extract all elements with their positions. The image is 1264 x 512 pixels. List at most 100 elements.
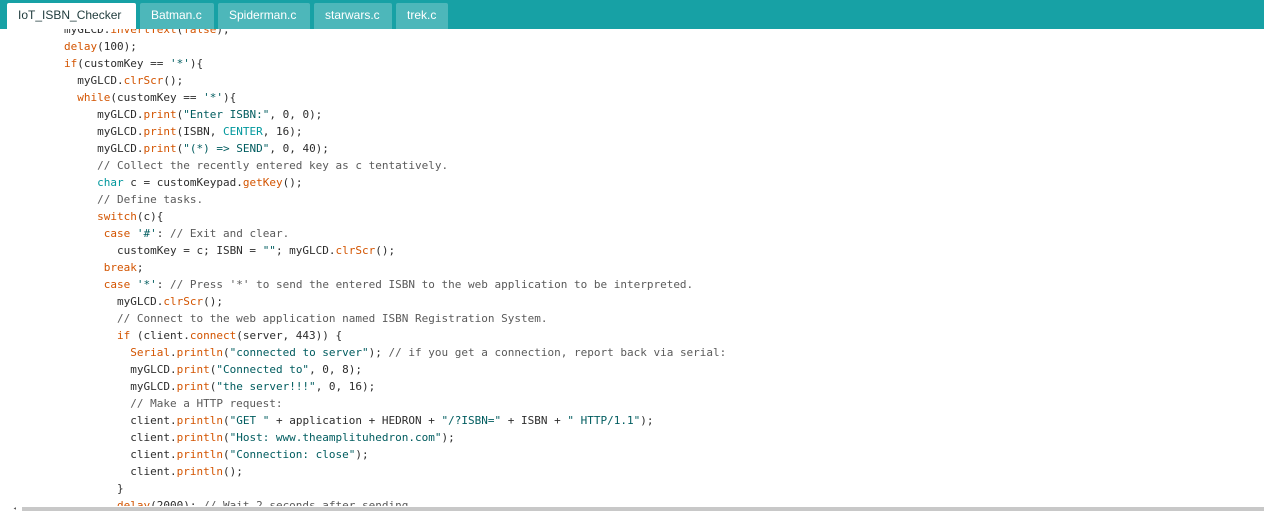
code-token: customKey = c; ISBN =: [64, 244, 263, 257]
code-line: myGLCD.clrScr();: [0, 293, 726, 310]
code-line: // Make a HTTP request:: [0, 395, 726, 412]
code-token: "/?ISBN=": [441, 414, 502, 427]
code-token: break: [103, 261, 137, 274]
code-token: , 0, 0);: [269, 108, 323, 121]
code-token: (2000);: [150, 499, 204, 506]
code-token: Serial: [130, 346, 170, 359]
code-token: println: [176, 448, 223, 461]
code-line: case '#': // Exit and clear.: [0, 225, 726, 242]
code-token: // Press '*' to send the entered ISBN to…: [170, 278, 694, 291]
code-token: );: [441, 431, 455, 444]
code-token: println: [176, 465, 223, 478]
code-token: '*': [136, 278, 157, 291]
tab-iot-isbn-checker[interactable]: IoT_ISBN_Checker: [7, 3, 136, 29]
tab-spiderman[interactable]: Spiderman.c: [218, 3, 310, 29]
code-token: ();: [375, 244, 396, 257]
code-token: print: [143, 108, 177, 121]
code-line: client.println("Host: www.theamplituhedr…: [0, 429, 726, 446]
code-token: false: [183, 29, 217, 36]
code-token: delay: [64, 40, 98, 53]
code-token: (customKey ==: [110, 91, 204, 104]
code-token: ){: [189, 57, 204, 70]
code-token: client.: [64, 465, 177, 478]
code-editor[interactable]: myGLCD.invertText(false); delay(100); if(c…: [0, 29, 1264, 506]
code-token: (100);: [97, 40, 137, 53]
code-line: myGLCD.clrScr();: [0, 72, 726, 89]
code-token: .: [169, 346, 177, 359]
code-token: ();: [282, 176, 303, 189]
tab-bar: IoT_ISBN_Checker Batman.c Spiderman.c st…: [0, 0, 1264, 29]
code-token: // Wait 2 seconds after sending.: [203, 499, 416, 506]
code-line: myGLCD.print(ISBN, CENTER, 16);: [0, 123, 726, 140]
code-token: '*': [169, 57, 190, 70]
code-token: CENTER: [222, 125, 263, 138]
code-token: client.: [64, 448, 177, 461]
code-token: ();: [203, 295, 223, 308]
code-token: '#': [136, 227, 157, 240]
code-token: myGLCD.: [64, 363, 177, 376]
code-token: :: [156, 227, 170, 240]
code-token: print: [143, 125, 177, 138]
code-token: print: [176, 363, 210, 376]
horizontal-scrollbar[interactable]: ◂: [0, 506, 1264, 512]
code-token: print: [176, 380, 210, 393]
code-token: + application + HEDRON +: [269, 414, 442, 427]
code-token: // if you get a connection, report back …: [388, 346, 727, 359]
code-token: , 0, 40);: [269, 142, 329, 155]
scrollbar-thumb[interactable]: [22, 507, 1264, 511]
code-token: );: [216, 29, 230, 36]
code-token: " HTTP/1.1": [567, 414, 641, 427]
code-token: // Exit and clear.: [170, 227, 290, 240]
code-line: customKey = c; ISBN = ""; myGLCD.clrScr(…: [0, 242, 726, 259]
tab-trek[interactable]: trek.c: [396, 3, 448, 29]
code-token: getKey: [242, 176, 283, 189]
code-line: myGLCD.print("the server!!!", 0, 16);: [0, 378, 726, 395]
code-line: while(customKey == '*'){: [0, 89, 726, 106]
code-token: myGLCD.: [64, 380, 177, 393]
code-token: switch: [97, 210, 137, 223]
code-token: clrScr: [123, 74, 164, 87]
code-token: "Connection: close": [229, 448, 356, 461]
code-token: if: [116, 329, 131, 342]
code-token: myGLCD.: [64, 142, 144, 155]
tab-starwars[interactable]: starwars.c: [314, 3, 392, 29]
code-token: myGLCD.: [64, 295, 164, 308]
code-token: (c){: [136, 210, 164, 223]
code-token: (ISBN,: [176, 125, 223, 138]
code-token: ();: [163, 74, 184, 87]
code-token: myGLCD.: [64, 125, 144, 138]
code-token: println: [176, 414, 223, 427]
code-line: client.println("GET " + application + HE…: [0, 412, 726, 429]
code-token: "(*) => SEND": [183, 142, 270, 155]
code-token: "Host: www.theamplituhedron.com": [229, 431, 442, 444]
code-line: }: [0, 480, 726, 497]
tab-batman[interactable]: Batman.c: [140, 3, 214, 29]
code-token: ; myGLCD.: [275, 244, 336, 257]
code-token: delay: [116, 499, 151, 506]
scroll-left-icon[interactable]: ◂: [13, 506, 18, 512]
code-line: // Collect the recently entered key as c…: [0, 157, 726, 174]
code-token: myGLCD.: [64, 108, 144, 121]
code-token: (server, 443)) {: [236, 329, 343, 342]
code-token: , 16);: [262, 125, 303, 138]
code-line: switch(c){: [0, 208, 726, 225]
code-token: println: [176, 431, 223, 444]
code-token: "the server!!!": [216, 380, 316, 393]
code-token: }: [64, 482, 124, 495]
code-token: ();: [222, 465, 243, 478]
code-token: , 0, 16);: [315, 380, 376, 393]
code-token: (client.: [130, 329, 190, 342]
code-token: );: [368, 346, 389, 359]
code-token: );: [640, 414, 654, 427]
code-token: ){: [222, 91, 237, 104]
code-token: );: [355, 448, 369, 461]
code-token: :: [156, 278, 170, 291]
